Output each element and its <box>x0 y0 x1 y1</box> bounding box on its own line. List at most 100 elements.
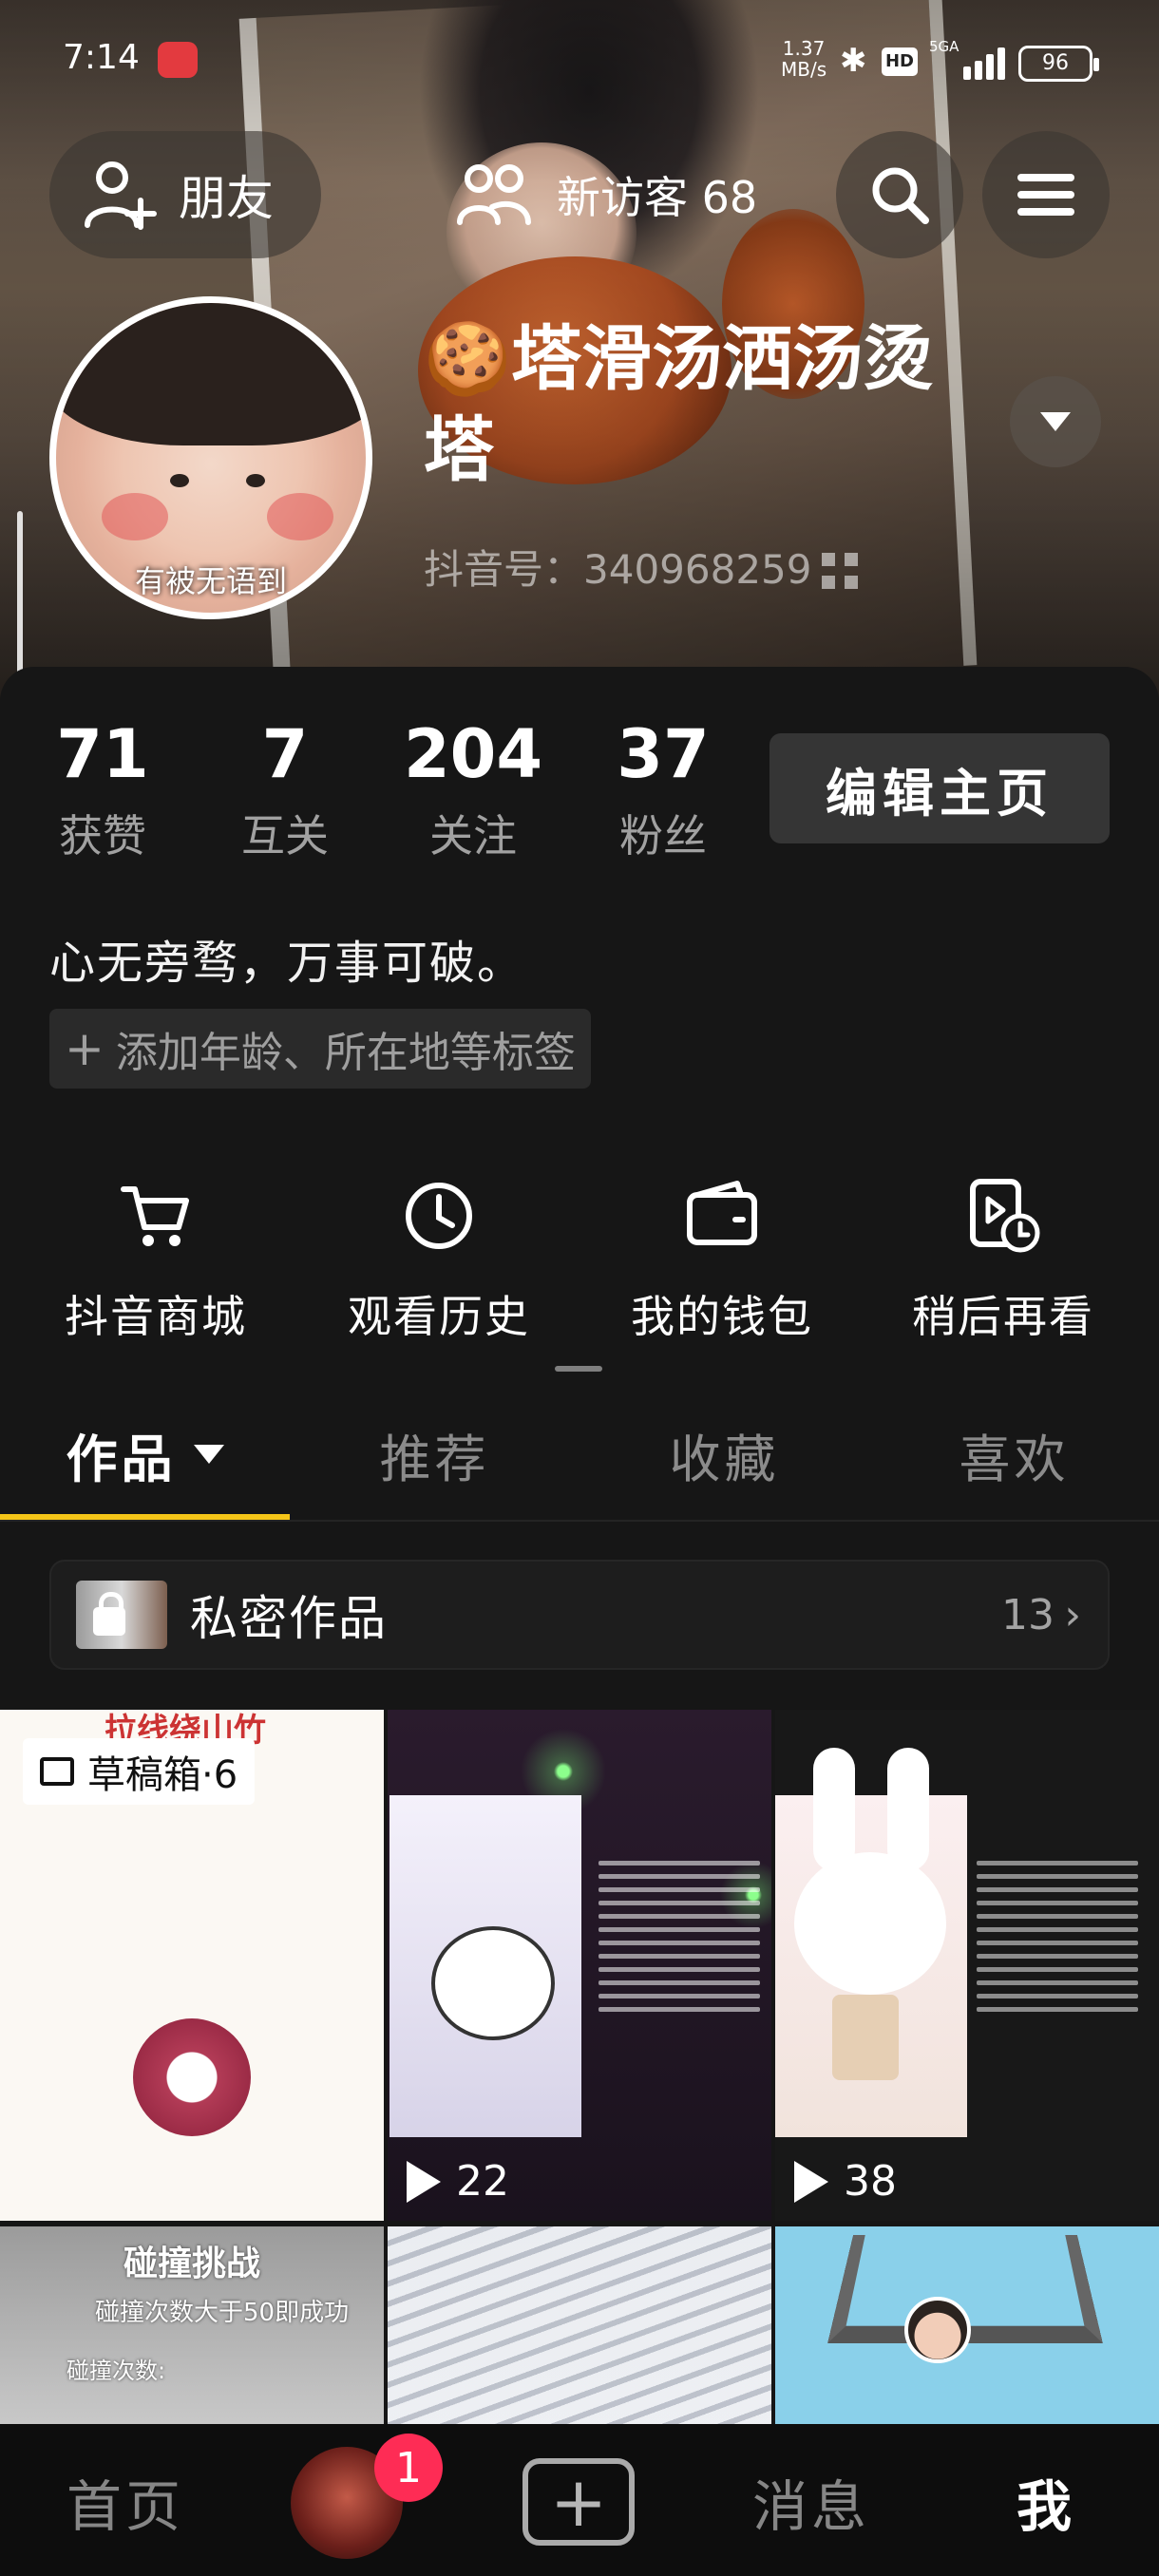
tab-label: 收藏 <box>670 1417 780 1492</box>
bunny-image <box>794 1852 946 1995</box>
cartoon-dog-image <box>431 1926 555 2040</box>
visitors-label: 新访客 68 <box>557 163 757 226</box>
signal-icon: 5GA <box>929 40 1005 80</box>
stat-value: 7 <box>209 716 361 792</box>
new-visitors-button[interactable]: 新访客 68 <box>446 131 808 258</box>
add-tag-button[interactable]: + 添加年龄、所在地等标签 <box>49 1009 591 1089</box>
stat-label: 获赞 <box>27 802 179 864</box>
grid-item[interactable]: 38 <box>775 1710 1159 2221</box>
stat-value: 71 <box>27 716 179 792</box>
profile-dropdown-button[interactable] <box>1010 376 1101 467</box>
menu-icon <box>1017 164 1074 225</box>
tab-likes[interactable]: 喜欢 <box>869 1389 1159 1520</box>
private-works-thumbnail <box>76 1581 167 1649</box>
grid-item-drafts[interactable]: 拉线绕山竹 草稿箱·6 <box>0 1710 384 2221</box>
shortcut-label: 观看历史 <box>296 1282 581 1345</box>
friends-label: 朋友 <box>179 161 274 229</box>
private-works-count: 13 <box>1001 1591 1054 1639</box>
shortcut-watch-later[interactable]: 稍后再看 <box>861 1178 1146 1345</box>
shortcut-history[interactable]: 观看历史 <box>296 1178 581 1345</box>
cart-icon <box>118 1178 194 1254</box>
drafts-badge[interactable]: 草稿箱·6 <box>23 1738 255 1805</box>
stat-likes[interactable]: 71 获赞 <box>27 716 179 864</box>
bubble-tea-image <box>832 1995 899 2080</box>
tab-label: 喜欢 <box>960 1417 1070 1492</box>
play-count: 22 <box>407 2157 509 2206</box>
status-bar: 7:14 1.37 MB/s ✱ HD 5GA 96 <box>0 0 1159 123</box>
tab-favorites[interactable]: 收藏 <box>580 1389 869 1520</box>
douyin-id[interactable]: 抖音号：340968259 <box>424 538 858 596</box>
content-tabs: 作品 推荐 收藏 喜欢 <box>0 1389 1159 1522</box>
douyin-id-text: 抖音号：340968259 <box>424 546 812 593</box>
play-count: 38 <box>794 2157 897 2206</box>
shortcut-label: 抖音商城 <box>13 1282 298 1345</box>
nav-home[interactable]: 首页 <box>66 2462 184 2542</box>
kid-avatar-image <box>904 2297 971 2363</box>
stat-label: 关注 <box>397 802 549 864</box>
stat-value: 204 <box>397 716 549 792</box>
edit-profile-button[interactable]: 编辑主页 <box>770 733 1110 843</box>
stat-value: 37 <box>587 716 739 792</box>
lyrics-list <box>977 1852 1138 2020</box>
stat-following[interactable]: 204 关注 <box>397 716 549 864</box>
nickname: 🍪塔滑汤洒汤烫塔 <box>424 313 994 496</box>
anime-character-image <box>388 2226 771 2424</box>
grid-item[interactable] <box>388 2226 771 2424</box>
create-post-button[interactable]: + <box>522 2458 635 2546</box>
caret-down-icon <box>194 1445 224 1464</box>
avatar-caption: 有被无语到 <box>56 558 366 601</box>
bluetooth-icon: ✱ <box>840 42 867 80</box>
avatar-cheek-right <box>267 493 333 540</box>
tab-works[interactable]: 作品 <box>0 1389 290 1520</box>
avatar[interactable]: 有被无语到 <box>49 296 372 619</box>
chevron-down-icon <box>1040 412 1071 431</box>
avatar-hair <box>49 296 372 445</box>
shortcut-mall[interactable]: 抖音商城 <box>13 1178 298 1345</box>
works-grid: 拉线绕山竹 草稿箱·6 22 38 碰撞挑战 碰撞次数大于50即成功 碰撞次数: <box>0 1710 1159 2424</box>
avatar-cheek-left <box>102 493 168 540</box>
signal-label: 5GA <box>929 38 959 80</box>
shortcut-label: 稍后再看 <box>861 1282 1146 1345</box>
tab-recommend[interactable]: 推荐 <box>290 1389 580 1520</box>
plus-icon: + <box>550 2462 607 2542</box>
grid-item[interactable] <box>775 2226 1159 2424</box>
tab-label: 推荐 <box>380 1417 490 1492</box>
shortcut-row: 抖音商城 观看历史 我的钱包 稍后再看 <box>0 1178 1159 1358</box>
active-tab-underline <box>0 1514 290 1520</box>
search-icon <box>866 161 933 228</box>
shortcut-page-indicator <box>555 1366 602 1372</box>
grid-item[interactable]: 碰撞挑战 碰撞次数大于50即成功 碰撞次数: <box>0 2226 384 2424</box>
nav-me[interactable]: 我 <box>1016 2462 1075 2542</box>
add-friend-icon <box>84 159 160 231</box>
drafts-label: 草稿箱·6 <box>87 1744 238 1799</box>
stat-label: 粉丝 <box>587 802 739 864</box>
visitors-icon <box>456 161 532 228</box>
wallet-icon <box>684 1178 760 1254</box>
grid-item[interactable]: 22 <box>388 1710 771 2221</box>
menu-button[interactable] <box>982 131 1110 258</box>
mangosteen-image <box>133 2018 251 2136</box>
shortcut-label: 我的钱包 <box>580 1282 864 1345</box>
shortcut-wallet[interactable]: 我的钱包 <box>580 1178 864 1345</box>
avatar-eye-left <box>170 474 189 487</box>
bio: 心无旁骛，万事可破。 <box>49 925 524 992</box>
clock-icon <box>401 1178 477 1254</box>
friends-button[interactable]: 朋友 <box>49 131 321 258</box>
search-button[interactable] <box>836 131 963 258</box>
thumbnail-title: 碰撞挑战 <box>124 2236 260 2285</box>
private-works-row[interactable]: 私密作品 13 › <box>49 1560 1110 1670</box>
stat-mutual[interactable]: 7 互关 <box>209 716 361 864</box>
bunny-ear <box>887 1748 929 1871</box>
bottom-nav: 首页 1 + 消息 我 <box>0 2424 1159 2576</box>
stat-followers[interactable]: 37 粉丝 <box>587 716 739 864</box>
play-count-value: 38 <box>844 2157 897 2206</box>
net-speed-value: 1.37 <box>781 38 826 59</box>
nav-messages[interactable]: 消息 <box>752 2462 870 2542</box>
stat-label: 互关 <box>209 802 361 864</box>
thumbnail-subtitle: 碰撞次数大于50即成功 <box>95 2293 349 2328</box>
net-speed: 1.37 MB/s <box>781 38 826 80</box>
lock-icon <box>93 1607 125 1636</box>
thumbnail-counter: 碰撞次数: <box>66 2352 165 2385</box>
qr-code-icon[interactable] <box>822 553 858 589</box>
plus-icon: + <box>65 1021 104 1076</box>
